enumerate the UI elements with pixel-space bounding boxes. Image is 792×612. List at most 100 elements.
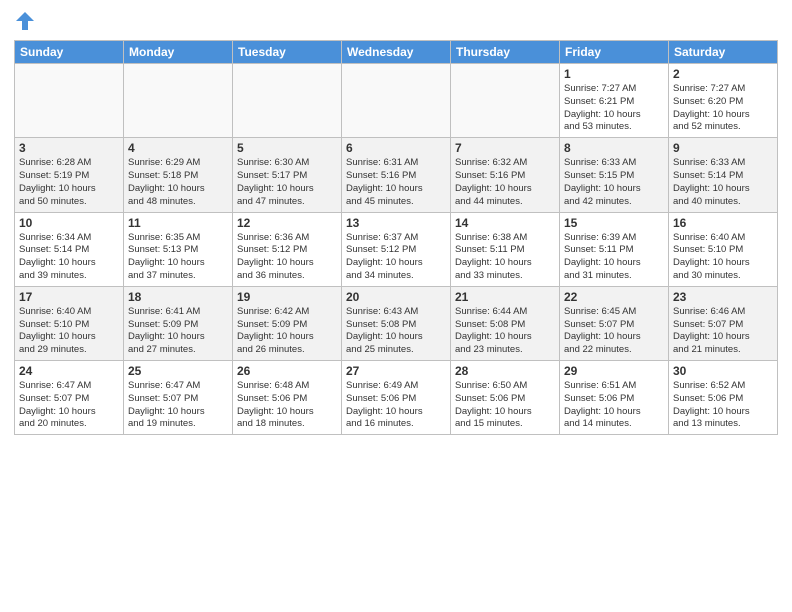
calendar-cell: 17 Sunrise: 6:40 AM Sunset: 5:10 PM Dayli… (15, 286, 124, 360)
day-number: 16 (673, 216, 773, 230)
day-number: 8 (564, 141, 664, 155)
calendar-cell: 27 Sunrise: 6:49 AM Sunset: 5:06 PM Dayli… (342, 361, 451, 435)
calendar-cell: 1 Sunrise: 7:27 AM Sunset: 6:21 PM Daylig… (560, 64, 669, 138)
cell-info: Sunrise: 6:44 AM Sunset: 5:08 PM Dayligh… (455, 306, 555, 357)
weekday-header-saturday: Saturday (669, 41, 778, 64)
calendar-cell: 12 Sunrise: 6:36 AM Sunset: 5:12 PM Dayli… (233, 212, 342, 286)
calendar-cell: 21 Sunrise: 6:44 AM Sunset: 5:08 PM Dayli… (451, 286, 560, 360)
cell-info: Sunrise: 6:40 AM Sunset: 5:10 PM Dayligh… (19, 306, 119, 357)
calendar-cell (451, 64, 560, 138)
cell-info: Sunrise: 6:38 AM Sunset: 5:11 PM Dayligh… (455, 232, 555, 283)
calendar-cell: 25 Sunrise: 6:47 AM Sunset: 5:07 PM Dayli… (124, 361, 233, 435)
cell-info: Sunrise: 6:49 AM Sunset: 5:06 PM Dayligh… (346, 380, 446, 431)
weekday-header-friday: Friday (560, 41, 669, 64)
day-number: 7 (455, 141, 555, 155)
calendar-week-row: 10Sunrise: 6:34 AM Sunset: 5:14 PM Dayli… (15, 212, 778, 286)
calendar-cell: 10Sunrise: 6:34 AM Sunset: 5:14 PM Dayli… (15, 212, 124, 286)
calendar-cell: 18 Sunrise: 6:41 AM Sunset: 5:09 PM Dayli… (124, 286, 233, 360)
cell-info: Sunrise: 7:27 AM Sunset: 6:20 PM Dayligh… (673, 83, 773, 134)
day-number: 12 (237, 216, 337, 230)
cell-info: Sunrise: 6:51 AM Sunset: 5:06 PM Dayligh… (564, 380, 664, 431)
logo (14, 10, 38, 32)
cell-info: Sunrise: 6:43 AM Sunset: 5:08 PM Dayligh… (346, 306, 446, 357)
day-number: 22 (564, 290, 664, 304)
cell-info: Sunrise: 6:30 AM Sunset: 5:17 PM Dayligh… (237, 157, 337, 208)
calendar-cell (342, 64, 451, 138)
cell-info: Sunrise: 6:29 AM Sunset: 5:18 PM Dayligh… (128, 157, 228, 208)
weekday-header-monday: Monday (124, 41, 233, 64)
weekday-header-thursday: Thursday (451, 41, 560, 64)
day-number: 6 (346, 141, 446, 155)
calendar-table: SundayMondayTuesdayWednesdayThursdayFrid… (14, 40, 778, 435)
cell-info: Sunrise: 6:28 AM Sunset: 5:19 PM Dayligh… (19, 157, 119, 208)
day-number: 9 (673, 141, 773, 155)
calendar-cell: 30Sunrise: 6:52 AM Sunset: 5:06 PM Dayli… (669, 361, 778, 435)
day-number: 18 (128, 290, 228, 304)
day-number: 25 (128, 364, 228, 378)
calendar-cell: 9 Sunrise: 6:33 AM Sunset: 5:14 PM Daylig… (669, 138, 778, 212)
calendar-cell (124, 64, 233, 138)
cell-info: Sunrise: 6:35 AM Sunset: 5:13 PM Dayligh… (128, 232, 228, 283)
cell-info: Sunrise: 6:48 AM Sunset: 5:06 PM Dayligh… (237, 380, 337, 431)
calendar-cell: 13 Sunrise: 6:37 AM Sunset: 5:12 PM Dayli… (342, 212, 451, 286)
day-number: 19 (237, 290, 337, 304)
calendar-cell (233, 64, 342, 138)
cell-info: Sunrise: 6:52 AM Sunset: 5:06 PM Dayligh… (673, 380, 773, 431)
cell-info: Sunrise: 6:40 AM Sunset: 5:10 PM Dayligh… (673, 232, 773, 283)
cell-info: Sunrise: 6:46 AM Sunset: 5:07 PM Dayligh… (673, 306, 773, 357)
cell-info: Sunrise: 6:33 AM Sunset: 5:15 PM Dayligh… (564, 157, 664, 208)
cell-info: Sunrise: 6:45 AM Sunset: 5:07 PM Dayligh… (564, 306, 664, 357)
calendar-cell: 14 Sunrise: 6:38 AM Sunset: 5:11 PM Dayli… (451, 212, 560, 286)
cell-info: Sunrise: 7:27 AM Sunset: 6:21 PM Dayligh… (564, 83, 664, 134)
weekday-header-tuesday: Tuesday (233, 41, 342, 64)
calendar-cell: 4 Sunrise: 6:29 AM Sunset: 5:18 PM Daylig… (124, 138, 233, 212)
cell-info: Sunrise: 6:47 AM Sunset: 5:07 PM Dayligh… (19, 380, 119, 431)
calendar-cell: 16 Sunrise: 6:40 AM Sunset: 5:10 PM Dayli… (669, 212, 778, 286)
calendar-week-row: 3 Sunrise: 6:28 AM Sunset: 5:19 PM Daylig… (15, 138, 778, 212)
cell-info: Sunrise: 6:42 AM Sunset: 5:09 PM Dayligh… (237, 306, 337, 357)
header (14, 10, 778, 32)
day-number: 21 (455, 290, 555, 304)
day-number: 15 (564, 216, 664, 230)
cell-info: Sunrise: 6:50 AM Sunset: 5:06 PM Dayligh… (455, 380, 555, 431)
day-number: 10 (19, 216, 119, 230)
cell-info: Sunrise: 6:36 AM Sunset: 5:12 PM Dayligh… (237, 232, 337, 283)
cell-info: Sunrise: 6:47 AM Sunset: 5:07 PM Dayligh… (128, 380, 228, 431)
calendar-week-row: 24Sunrise: 6:47 AM Sunset: 5:07 PM Dayli… (15, 361, 778, 435)
calendar-cell: 6 Sunrise: 6:31 AM Sunset: 5:16 PM Daylig… (342, 138, 451, 212)
cell-info: Sunrise: 6:41 AM Sunset: 5:09 PM Dayligh… (128, 306, 228, 357)
day-number: 3 (19, 141, 119, 155)
day-number: 29 (564, 364, 664, 378)
day-number: 20 (346, 290, 446, 304)
cell-info: Sunrise: 6:33 AM Sunset: 5:14 PM Dayligh… (673, 157, 773, 208)
day-number: 14 (455, 216, 555, 230)
day-number: 23 (673, 290, 773, 304)
page: SundayMondayTuesdayWednesdayThursdayFrid… (0, 0, 792, 612)
calendar-cell: 26 Sunrise: 6:48 AM Sunset: 5:06 PM Dayli… (233, 361, 342, 435)
day-number: 1 (564, 67, 664, 81)
calendar-cell: 11 Sunrise: 6:35 AM Sunset: 5:13 PM Dayli… (124, 212, 233, 286)
calendar-header-row: SundayMondayTuesdayWednesdayThursdayFrid… (15, 41, 778, 64)
day-number: 11 (128, 216, 228, 230)
calendar-cell: 5Sunrise: 6:30 AM Sunset: 5:17 PM Daylig… (233, 138, 342, 212)
calendar-cell: 3 Sunrise: 6:28 AM Sunset: 5:19 PM Daylig… (15, 138, 124, 212)
day-number: 27 (346, 364, 446, 378)
cell-info: Sunrise: 6:32 AM Sunset: 5:16 PM Dayligh… (455, 157, 555, 208)
day-number: 2 (673, 67, 773, 81)
cell-info: Sunrise: 6:37 AM Sunset: 5:12 PM Dayligh… (346, 232, 446, 283)
day-number: 26 (237, 364, 337, 378)
cell-info: Sunrise: 6:31 AM Sunset: 5:16 PM Dayligh… (346, 157, 446, 208)
calendar-cell (15, 64, 124, 138)
day-number: 17 (19, 290, 119, 304)
calendar-week-row: 17 Sunrise: 6:40 AM Sunset: 5:10 PM Dayli… (15, 286, 778, 360)
cell-info: Sunrise: 6:39 AM Sunset: 5:11 PM Dayligh… (564, 232, 664, 283)
calendar-cell: 2 Sunrise: 7:27 AM Sunset: 6:20 PM Daylig… (669, 64, 778, 138)
calendar-cell: 7 Sunrise: 6:32 AM Sunset: 5:16 PM Daylig… (451, 138, 560, 212)
calendar-week-row: 1 Sunrise: 7:27 AM Sunset: 6:21 PM Daylig… (15, 64, 778, 138)
calendar-cell: 29 Sunrise: 6:51 AM Sunset: 5:06 PM Dayli… (560, 361, 669, 435)
calendar-cell: 23 Sunrise: 6:46 AM Sunset: 5:07 PM Dayli… (669, 286, 778, 360)
day-number: 4 (128, 141, 228, 155)
day-number: 13 (346, 216, 446, 230)
day-number: 28 (455, 364, 555, 378)
calendar-cell: 15 Sunrise: 6:39 AM Sunset: 5:11 PM Dayli… (560, 212, 669, 286)
